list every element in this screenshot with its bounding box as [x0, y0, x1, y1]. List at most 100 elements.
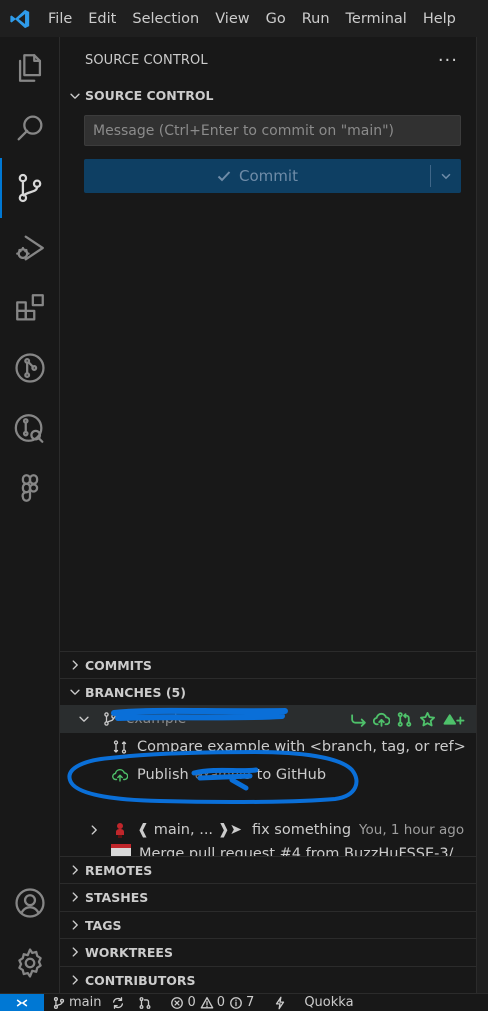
chevron-right-icon	[66, 943, 84, 961]
section-label: CONTRIBUTORS	[85, 972, 196, 988]
more-actions-icon[interactable]: ···	[438, 50, 458, 71]
publish-branch-item[interactable]: Publish example to GitHub	[60, 761, 476, 789]
commit-button[interactable]: Commit	[84, 159, 461, 193]
section-label: REMOTES	[85, 862, 153, 878]
section-tags[interactable]: TAGS	[60, 911, 476, 938]
chevron-right-icon	[66, 656, 84, 674]
quokka-status[interactable]: Quokka	[259, 994, 358, 1011]
source-control-icon[interactable]	[0, 158, 60, 218]
section-stashes[interactable]: STASHES	[60, 883, 476, 910]
commit-label: Commit	[239, 167, 298, 185]
lightning-icon	[276, 996, 285, 1009]
merge-commit-item[interactable]: Merge pull request #4 from BuzzHuFSSE-3/	[60, 843, 476, 856]
check-icon	[217, 171, 231, 182]
figma-icon[interactable]	[0, 458, 60, 518]
commit-message-input[interactable]	[84, 115, 461, 146]
menu-selection[interactable]: Selection	[124, 0, 207, 37]
chevron-down-icon	[66, 683, 84, 701]
extensions-icon[interactable]	[0, 278, 60, 338]
section-contributors[interactable]: CONTRIBUTORS	[60, 966, 476, 993]
branch-row-main[interactable]: ❰ main, ... ❱➤ fix something You, 1 hour…	[60, 816, 476, 844]
main-branch-label: ❰ main, ... ❱➤	[137, 822, 242, 838]
sync-icon[interactable]	[106, 994, 133, 1011]
section-label: STASHES	[85, 889, 149, 905]
branch-icon	[53, 996, 65, 1009]
main-commit-message: fix something	[251, 822, 352, 838]
avatar	[111, 821, 129, 839]
branch-row-actions	[350, 705, 466, 733]
cloud-upload-icon[interactable]	[373, 711, 390, 728]
avatar	[111, 843, 131, 856]
branch-row-current[interactable]: example	[60, 705, 476, 733]
chevron-down-icon	[76, 712, 92, 726]
compare-branch-item[interactable]: Compare example with <branch, tag, or re…	[60, 733, 476, 761]
sidebar-header: SOURCE CONTROL ···	[60, 37, 476, 83]
info-count: 7	[246, 995, 255, 1010]
accounts-icon[interactable]	[0, 873, 60, 933]
section-label: SOURCE CONTROL	[85, 88, 214, 103]
warning-count: 0	[216, 995, 226, 1010]
star-icon[interactable]	[419, 711, 436, 728]
section-worktrees[interactable]: WORKTREES	[60, 938, 476, 965]
publish-branch-redacted: example	[194, 767, 251, 783]
switch-to-branch-icon[interactable]	[350, 711, 367, 728]
sidebar-title: SOURCE CONTROL	[85, 52, 208, 68]
publish-suffix: to GitHub	[256, 767, 327, 783]
menu-help[interactable]: Help	[415, 0, 464, 37]
error-count: 0	[187, 995, 196, 1010]
chevron-down-icon	[66, 87, 84, 105]
section-label: BRANCHES (5)	[85, 684, 186, 700]
section-label: WORKTREES	[85, 944, 173, 960]
menu-edit[interactable]: Edit	[80, 0, 124, 37]
section-source-control[interactable]: SOURCE CONTROL	[60, 82, 476, 109]
status-branch[interactable]: main	[44, 994, 106, 1011]
files-icon[interactable]	[0, 38, 60, 98]
vscode-logo-icon	[0, 0, 40, 37]
menu-run[interactable]: Run	[294, 0, 338, 37]
quokka-label: Quokka	[304, 995, 354, 1010]
remote-indicator-icon[interactable]	[0, 993, 44, 1011]
section-remotes[interactable]: REMOTES	[60, 856, 476, 883]
section-commits[interactable]: COMMITS	[60, 651, 476, 678]
menu-file[interactable]: File	[40, 0, 80, 37]
chevron-right-icon	[66, 861, 84, 879]
commit-dropdown-button[interactable]	[431, 159, 461, 193]
chevron-right-icon	[66, 916, 84, 934]
menu-view[interactable]: View	[207, 0, 257, 37]
menu-bar: File Edit Selection View Go Run Terminal…	[0, 0, 488, 37]
git-graph-icon[interactable]	[0, 338, 60, 398]
menu-go[interactable]: Go	[258, 0, 294, 37]
branch-name-redacted: example	[126, 711, 187, 727]
editor-edge	[476, 37, 488, 993]
compare-label: Compare example with <branch, tag, or re…	[137, 739, 466, 755]
activity-bar	[0, 37, 60, 993]
run-debug-icon[interactable]	[0, 218, 60, 278]
problems-indicator[interactable]: 0 0 7	[160, 994, 259, 1011]
error-icon	[171, 996, 184, 1009]
merge-commit-label: Merge pull request #4 from BuzzHuFSSE-3/	[139, 846, 454, 856]
chevron-right-icon	[66, 971, 84, 989]
compare-icon	[111, 739, 129, 755]
chevron-down-icon	[441, 173, 451, 180]
commit-main-button[interactable]: Commit	[84, 159, 430, 193]
search-icon[interactable]	[0, 98, 60, 158]
status-bar: main 0 0 7 Quokka	[0, 993, 488, 1011]
git-graph-status-icon[interactable]	[133, 994, 160, 1011]
main-commit-meta: You, 1 hour ago	[359, 822, 465, 838]
settings-gear-icon[interactable]	[0, 933, 60, 993]
gitlens-inspect-icon[interactable]	[0, 398, 60, 458]
section-branches[interactable]: BRANCHES (5)	[60, 678, 476, 705]
chevron-right-icon	[87, 823, 101, 837]
info-icon	[230, 996, 242, 1009]
section-label: COMMITS	[85, 657, 152, 673]
menu-terminal[interactable]: Terminal	[338, 0, 415, 37]
status-branch-label: main	[69, 995, 102, 1010]
source-control-sidebar: SOURCE CONTROL ··· SOURCE CONTROL Commit…	[60, 37, 476, 993]
pull-request-icon[interactable]	[396, 711, 413, 728]
warning-icon	[200, 996, 214, 1008]
section-label: TAGS	[85, 917, 122, 933]
chevron-right-icon	[66, 888, 84, 906]
branch-icon	[102, 711, 118, 727]
cloud-upload-icon	[111, 767, 129, 783]
create-branch-icon[interactable]	[442, 711, 466, 728]
